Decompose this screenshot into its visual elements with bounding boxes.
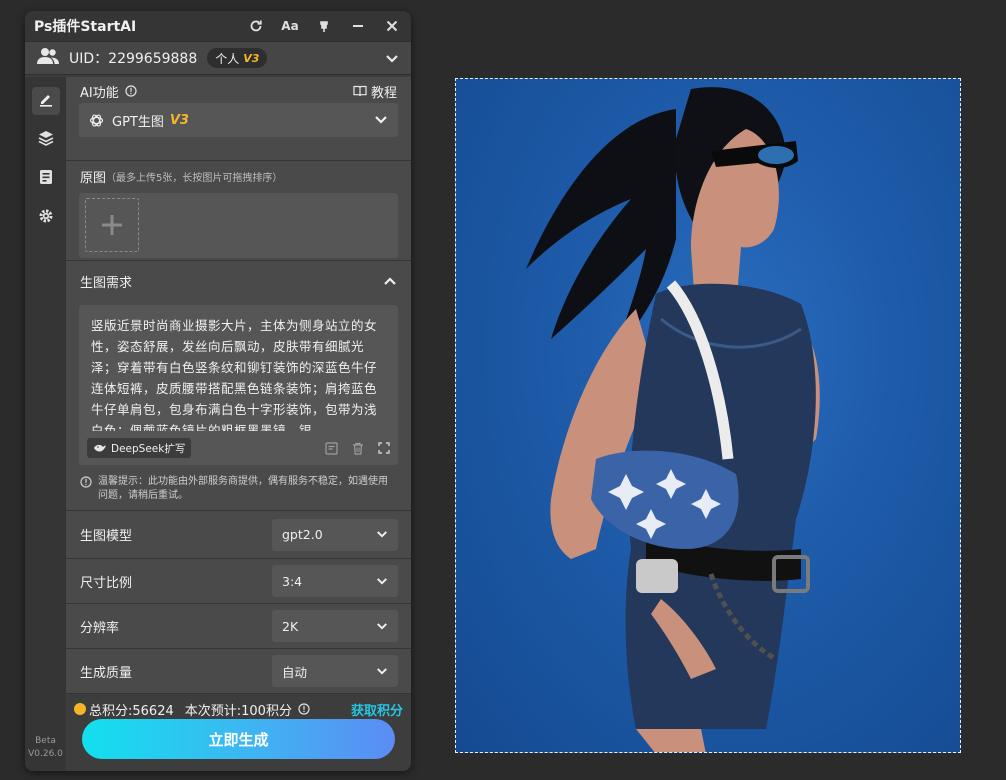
user-bar[interactable]: UID：2299659888 个人 V3 xyxy=(25,41,411,75)
quality-row: 生成质量 自动 xyxy=(66,649,411,694)
version-number: V0.26.0 xyxy=(28,749,63,759)
requirement-label: 生图需求 xyxy=(80,275,133,291)
prompt-textarea[interactable]: 竖版近景时尚商业摄影大片，主体为侧身站立的女性，姿态舒展，发丝向后飘动，皮肤带有… xyxy=(79,305,398,465)
ratio-select[interactable]: 3:4 xyxy=(272,565,398,597)
quality-label: 生成质量 xyxy=(80,665,133,681)
quality-select[interactable]: 自动 xyxy=(272,655,398,687)
ai-function-section: AI功能 教程 GPT生图 V3 xyxy=(66,77,411,161)
textarea-icons xyxy=(325,441,390,455)
generated-photo xyxy=(526,87,820,752)
sidebar-item-layers[interactable] xyxy=(32,126,60,154)
chevron-down-icon xyxy=(376,577,388,586)
info-icon[interactable] xyxy=(125,85,137,97)
model-row: 生图模型 gpt2.0 xyxy=(66,511,411,559)
pin-icon[interactable] xyxy=(315,17,333,35)
main-content: AI功能 教程 GPT生图 V3 原图 （最多上传5张，长按图片可拖拽排序） 生… xyxy=(66,77,411,771)
close-icon[interactable] xyxy=(383,17,401,35)
users-icon xyxy=(37,47,59,69)
ratio-value: 3:4 xyxy=(282,573,303,589)
app-title: Ps插件StartAI xyxy=(34,19,137,35)
upload-area xyxy=(79,193,398,258)
user-id: UID：2299659888 xyxy=(69,51,198,67)
chevron-down-icon xyxy=(376,530,388,539)
deepseek-expand-button[interactable]: DeepSeek扩写 xyxy=(87,438,192,458)
ratio-label: 尺寸比例 xyxy=(80,575,133,591)
ai-function-label: AI功能 xyxy=(80,85,119,101)
estimated-points: 本次预计:100积分 xyxy=(184,703,292,719)
title-tools: Aa xyxy=(247,17,401,35)
chevron-down-icon xyxy=(374,115,388,125)
sidebar: Beta V0.26.0 xyxy=(25,77,66,771)
original-image-section: 原图 （最多上传5张，长按图片可拖拽排序） xyxy=(66,161,411,261)
history-icon[interactable] xyxy=(325,441,338,455)
sidebar-item-edit[interactable] xyxy=(31,87,60,115)
chevron-down-icon[interactable] xyxy=(385,49,399,68)
account-version: V3 xyxy=(243,51,260,65)
original-image-label: 原图 xyxy=(80,170,107,186)
textarea-toolbar: DeepSeek扩写 xyxy=(87,438,390,458)
beta-label: Beta xyxy=(35,736,56,746)
gear-icon xyxy=(38,208,54,228)
service-notice: 温馨提示：此功能由外部服务商提供，偶有服务不稳定，如遇使用问题，请稍后重试。 xyxy=(66,465,411,503)
total-points: 总积分:56624 xyxy=(89,703,174,719)
refresh-icon[interactable] xyxy=(247,17,265,35)
trash-icon[interactable] xyxy=(352,442,364,455)
chevron-up-icon[interactable] xyxy=(383,276,397,286)
get-points-link[interactable]: 获取积分 xyxy=(351,700,403,719)
requirement-section: 生图需求 竖版近景时尚商业摄影大片，主体为侧身站立的女性，姿态舒展，发丝向后飘动… xyxy=(66,261,411,511)
sidebar-item-history[interactable] xyxy=(32,165,60,193)
whale-icon xyxy=(93,443,107,453)
model-value: gpt2.0 xyxy=(282,527,323,542)
model-label: 生图模型 xyxy=(80,529,133,544)
ratio-row: 尺寸比例 3:4 xyxy=(66,559,411,604)
font-size-icon[interactable]: Aa xyxy=(281,17,299,35)
minimize-icon[interactable] xyxy=(349,17,367,35)
resolution-label: 分辨率 xyxy=(80,620,120,636)
info-icon[interactable] xyxy=(298,703,310,715)
ai-function-value: GPT生图 xyxy=(112,114,164,130)
resolution-value: 2K xyxy=(282,618,299,634)
document-canvas[interactable] xyxy=(455,78,961,753)
pencil-icon xyxy=(38,91,54,111)
ai-function-header: AI功能 教程 xyxy=(66,77,411,103)
resolution-select[interactable]: 2K xyxy=(272,610,398,642)
book-icon xyxy=(353,85,367,97)
title-bar: Ps插件StartAI Aa xyxy=(25,11,411,41)
version-label: Beta V0.26.0 xyxy=(25,735,66,761)
plugin-panel: Ps插件StartAI Aa UID：2299659888 个人 V3 Beta… xyxy=(25,11,411,771)
account-badge: 个人 V3 xyxy=(207,48,268,68)
plus-icon xyxy=(100,213,124,237)
model-select[interactable]: gpt2.0 xyxy=(272,518,398,551)
coin-icon xyxy=(74,703,86,715)
original-image-hint: （最多上传5张，长按图片可拖拽排序） xyxy=(106,172,283,184)
tutorial-label: 教程 xyxy=(370,85,397,101)
prompt-text[interactable]: 竖版近景时尚商业摄影大片，主体为侧身站立的女性，姿态舒展，发丝向后飘动，皮肤带有… xyxy=(91,315,386,431)
upload-button[interactable] xyxy=(85,198,139,252)
resolution-row: 分辨率 2K xyxy=(66,604,411,649)
account-type: 个人 xyxy=(215,51,240,66)
chevron-down-icon xyxy=(376,622,388,631)
tutorial-link[interactable]: 教程 xyxy=(353,82,397,101)
layers-icon xyxy=(38,130,54,150)
generate-button[interactable]: 立即生成 xyxy=(82,719,395,759)
info-icon xyxy=(80,476,92,503)
quality-value: 自动 xyxy=(282,664,308,680)
notice-text: 温馨提示：此功能由外部服务商提供，偶有服务不稳定，如遇使用问题，请稍后重试。 xyxy=(98,476,388,501)
original-image-header: 原图 （最多上传5张，长按图片可拖拽排序） xyxy=(66,161,411,187)
fullscreen-icon[interactable] xyxy=(378,441,390,455)
deepseek-label: DeepSeek扩写 xyxy=(111,442,186,455)
ai-function-version: V3 xyxy=(169,112,189,128)
openai-icon xyxy=(89,113,104,128)
requirement-header[interactable]: 生图需求 xyxy=(66,261,411,301)
document-icon xyxy=(39,169,53,189)
sidebar-item-settings[interactable] xyxy=(32,204,60,232)
ai-function-select[interactable]: GPT生图 V3 xyxy=(79,103,398,137)
chevron-down-icon xyxy=(376,667,388,676)
